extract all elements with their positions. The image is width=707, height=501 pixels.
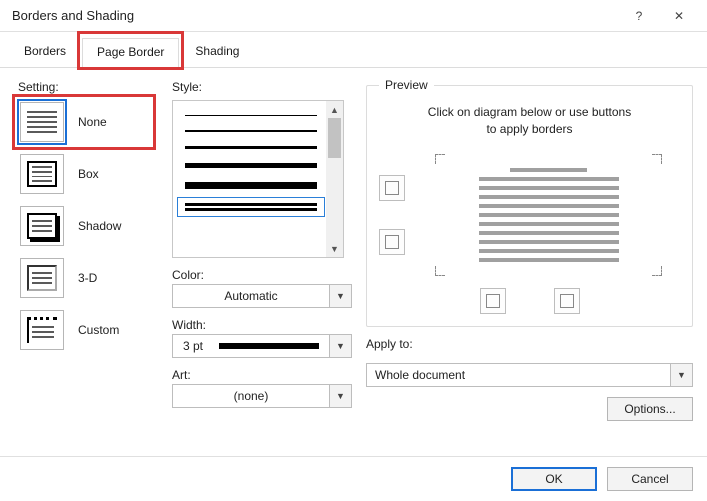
chevron-down-icon[interactable]: ▼ [329,385,351,407]
help-icon: ? [636,9,643,23]
style-option[interactable] [183,146,319,149]
chevron-down-icon[interactable]: ▼ [670,364,692,386]
style-list[interactable]: ▲ ▼ [172,100,344,258]
preview-legend: Preview [379,78,434,92]
art-label: Art: [172,368,352,382]
setting-label: Setting: [18,80,158,94]
scroll-down-icon[interactable]: ▼ [326,240,343,257]
tab-page-border[interactable]: Page Border [82,38,179,68]
preview-page[interactable] [417,150,680,280]
setting-icon-shadow [20,206,64,246]
dialog-body: Setting: None Box Shadow [0,68,707,431]
dialog-footer: OK Cancel [0,456,707,501]
chevron-down-icon[interactable]: ▼ [329,335,351,357]
border-top-toggle[interactable] [379,175,405,201]
corner-marker [652,266,662,276]
setting-item-box[interactable]: Box [18,152,150,196]
setting-item-custom[interactable]: Custom [18,308,150,352]
scroll-up-icon[interactable]: ▲ [326,101,343,118]
setting-icon-none [20,102,64,142]
chevron-down-icon[interactable]: ▼ [329,285,351,307]
preview-hint: Click on diagram below or use buttons to… [385,104,674,138]
width-label: Width: [172,318,352,332]
setting-item-none[interactable]: None [18,100,150,144]
style-column: Style: ▲ ▼ Color: Automatic ▼ [172,78,352,421]
color-combo[interactable]: Automatic ▼ [172,284,352,308]
art-value: (none) [173,389,329,403]
ok-button[interactable]: OK [511,467,597,491]
help-button[interactable]: ? [619,2,659,30]
style-option[interactable] [183,130,319,132]
color-value: Automatic [173,289,329,303]
style-option[interactable] [183,182,319,189]
preview-group: Preview Click on diagram below or use bu… [366,78,693,327]
border-bottom-toggle[interactable] [379,229,405,255]
style-option[interactable] [183,115,319,116]
window-title: Borders and Shading [12,8,619,23]
setting-list: None Box Shadow 3-D [18,100,158,352]
tab-strip: Borders Page Border Shading [0,32,707,68]
width-value: 3 pt [173,339,219,353]
setting-item-label: Box [78,167,148,181]
titlebar: Borders and Shading ? ✕ [0,0,707,32]
setting-icon-custom [20,310,64,350]
cancel-button[interactable]: Cancel [607,467,693,491]
setting-item-3d[interactable]: 3-D [18,256,150,300]
tab-borders[interactable]: Borders [10,38,80,67]
apply-to-value: Whole document [367,368,670,382]
tab-shading[interactable]: Shading [181,38,253,67]
corner-marker [435,154,445,164]
options-button[interactable]: Options... [607,397,693,421]
style-label: Style: [172,80,352,94]
art-combo[interactable]: (none) ▼ [172,384,352,408]
border-left-toggle[interactable] [480,288,506,314]
color-label: Color: [172,268,352,282]
border-right-toggle[interactable] [554,288,580,314]
width-preview-line [219,343,329,349]
preview-column: Preview Click on diagram below or use bu… [366,78,693,421]
setting-icon-3d [20,258,64,298]
corner-marker [652,154,662,164]
scroll-thumb[interactable] [328,118,341,158]
apply-to-label: Apply to: [366,337,693,351]
width-combo[interactable]: 3 pt ▼ [172,334,352,358]
setting-icon-box [20,154,64,194]
close-button[interactable]: ✕ [659,2,699,30]
corner-marker [435,266,445,276]
page-text-icon [479,168,619,262]
style-scrollbar[interactable]: ▲ ▼ [326,101,343,257]
style-option[interactable] [183,203,319,211]
setting-item-label: Shadow [78,219,148,233]
setting-column: Setting: None Box Shadow [18,78,158,421]
setting-item-label: None [78,115,148,129]
setting-item-label: Custom [78,323,148,337]
apply-to-combo[interactable]: Whole document ▼ [366,363,693,387]
style-option[interactable] [183,163,319,168]
close-icon: ✕ [674,9,684,23]
preview-diagram [379,150,680,280]
setting-item-label: 3-D [78,271,148,285]
setting-item-shadow[interactable]: Shadow [18,204,150,248]
